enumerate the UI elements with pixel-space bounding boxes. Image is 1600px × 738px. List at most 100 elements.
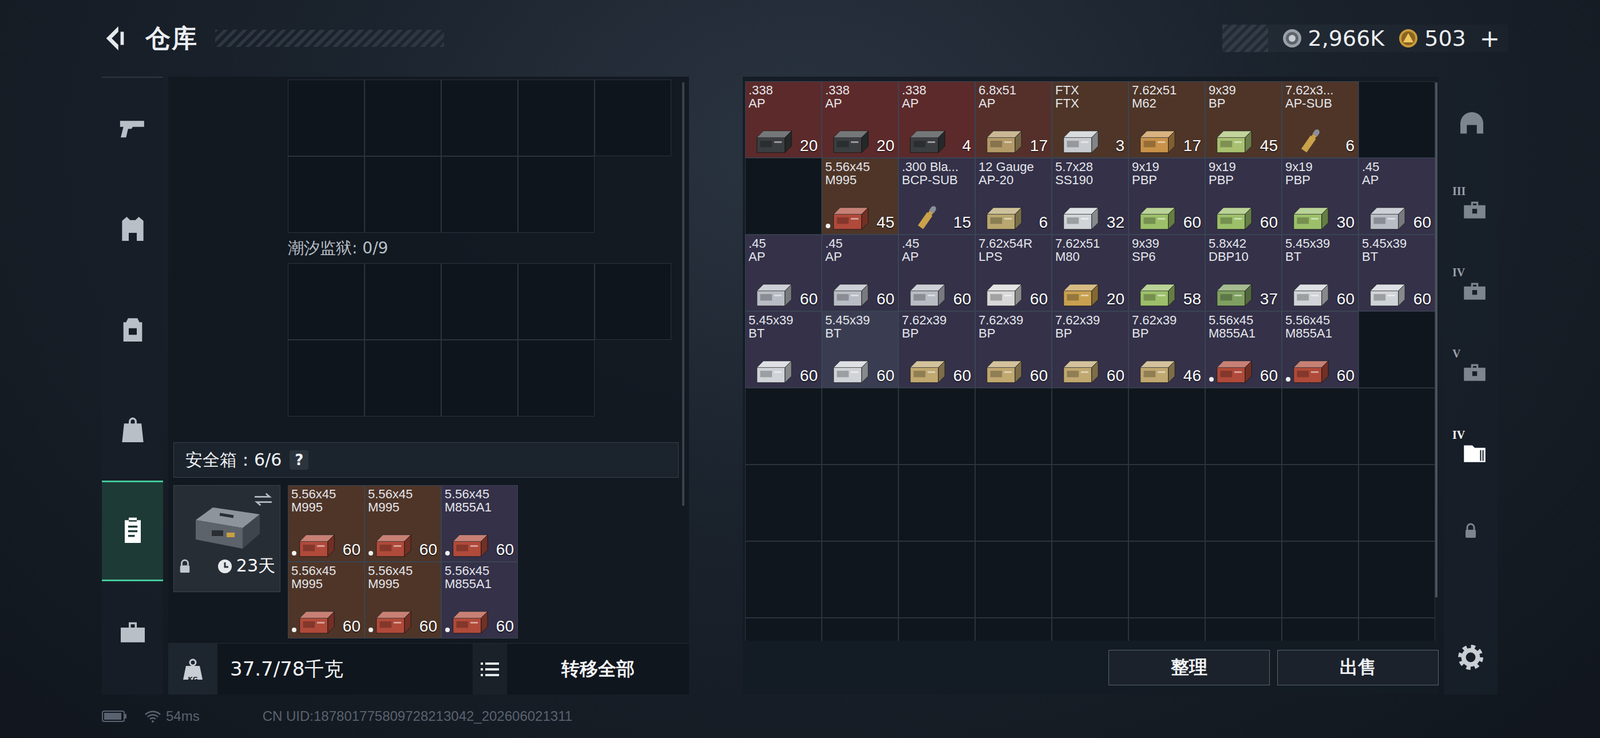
ammo-type: AP <box>825 250 895 264</box>
ammo-count: 60 <box>419 617 438 636</box>
ammo-item[interactable]: 5.56x45M855A160 <box>441 485 518 562</box>
ammo-label: .45AP <box>822 235 898 264</box>
ammo-caliber: .45 <box>1361 160 1432 174</box>
swap-icon[interactable] <box>252 491 275 508</box>
ammo-type: M80 <box>1055 250 1126 264</box>
ammo-item[interactable]: 5.56x45M99560 <box>364 561 442 639</box>
ammo-item[interactable]: 7.62x51M6217 <box>1128 81 1206 158</box>
ammo-item[interactable]: 9x39SP658 <box>1128 234 1206 312</box>
ammo-caliber: .45 <box>748 236 819 251</box>
ammo-item[interactable]: .300 Bla...BCP-SUB15 <box>898 157 976 235</box>
ammo-item[interactable]: .338AP20 <box>745 81 822 158</box>
ammo-item[interactable]: 5.56x45M99560 <box>287 561 365 639</box>
ammo-item[interactable]: 5.45x39BT 60 <box>1281 234 1359 312</box>
ammo-item[interactable]: 12 GaugeAP-206 <box>975 157 1052 235</box>
ammo-count: 15 <box>953 213 972 232</box>
nav-item[interactable] <box>101 178 164 280</box>
stash-tab[interactable]: IV <box>1443 244 1498 326</box>
ammo-caliber: 5.56x45 <box>367 564 438 578</box>
help-button[interactable]: ? <box>289 450 309 470</box>
back-button[interactable]: 仓库 <box>101 21 445 56</box>
secure-container-card[interactable]: 23天 <box>173 485 281 593</box>
ammo-label: FTXFTX <box>1052 81 1128 110</box>
ammo-count: 60 <box>496 617 514 636</box>
ammo-caliber: 7.62x3... <box>1285 83 1356 97</box>
ammo-item[interactable]: 9x19PBP30 <box>1281 157 1359 235</box>
currency-value: 2,966K <box>1308 25 1385 51</box>
ammo-label: 12 GaugeAP-20 <box>975 158 1052 187</box>
ammo-item[interactable]: .45AP60 <box>745 234 822 312</box>
mark-dot <box>291 627 297 633</box>
transfer-all-button[interactable]: 转移全部 <box>507 656 689 683</box>
ammo-item[interactable]: 7.62x39BP60 <box>1051 311 1129 388</box>
ammo-box-icon <box>1214 204 1253 232</box>
empty-slot <box>1205 541 1282 619</box>
tier-badge: IV <box>1452 266 1465 279</box>
stash-tab[interactable] <box>1443 81 1498 164</box>
ammo-item[interactable]: FTXFTX3 <box>1051 81 1129 158</box>
ammo-item[interactable]: 9x39BP45 <box>1205 81 1282 158</box>
ammo-item[interactable]: 5.45x39BT60 <box>1358 234 1436 312</box>
ammo-item[interactable]: 5.56x45M855A160 <box>441 561 518 639</box>
ammo-item[interactable]: 5.8x42DBP1037 <box>1205 234 1282 312</box>
ammo-item[interactable]: 7.62x39BP46 <box>1128 311 1206 388</box>
ammo-item[interactable]: 9x19PBP60 <box>1205 157 1282 235</box>
stash-tab[interactable] <box>1443 488 1498 574</box>
stash-scroll: .338AP20.338AP20.338AP46.8x51AP17FTXFTX3… <box>742 76 1439 641</box>
stash-tab-icon: IV <box>1452 266 1489 304</box>
ammo-item[interactable]: .338AP20 <box>821 81 899 158</box>
stash-tab[interactable]: IV <box>1443 406 1498 489</box>
ammo-caliber: .300 Bla... <box>901 160 972 174</box>
ammo-item[interactable]: 5.45x39BT60 <box>821 311 899 388</box>
scrollbar[interactable] <box>682 82 685 506</box>
ammo-item[interactable]: .45AP60 <box>1358 157 1436 235</box>
secure-case-icon <box>189 503 265 555</box>
ammo-item[interactable]: 5.56x45M855A160 <box>1281 311 1359 388</box>
ammo-footer: 60 <box>1205 357 1282 388</box>
ammo-item[interactable]: 5.56x45M99560 <box>364 485 442 562</box>
ammo-item[interactable]: 5.56x45M855A160 <box>1205 311 1282 388</box>
ammo-count: 60 <box>1413 290 1432 309</box>
action-button[interactable]: 出售 <box>1277 650 1439 686</box>
mark-dot <box>825 223 831 229</box>
scrollbar[interactable] <box>1435 82 1438 598</box>
ammo-item[interactable]: 7.62x39BP60 <box>975 311 1052 388</box>
ammo-footer: 60 <box>898 357 975 388</box>
empty-slot <box>898 541 976 619</box>
nav-item[interactable] <box>101 279 164 380</box>
ammo-item[interactable]: 7.62x54RLPS60 <box>975 234 1052 312</box>
ammo-label: 5.45x39BT <box>1282 235 1358 264</box>
ammo-item[interactable]: 7.62x3...AP-SUB6 <box>1281 81 1359 158</box>
ammo-item[interactable]: .45AP60 <box>821 234 899 312</box>
ammo-footer: 20 <box>1052 280 1128 311</box>
ammo-count: 30 <box>1336 213 1355 232</box>
tier-badge: V <box>1452 347 1461 360</box>
ammo-item[interactable]: .338AP4 <box>898 81 976 158</box>
list-button[interactable] <box>472 643 508 695</box>
stash-tab[interactable]: III <box>1443 163 1498 245</box>
nav-item[interactable] <box>101 379 164 481</box>
ammo-item[interactable]: 6.8x51AP17 <box>975 81 1052 158</box>
ammo-caliber: 5.56x45 <box>825 160 895 174</box>
nav-item[interactable] <box>101 77 164 179</box>
ammo-item[interactable]: 5.56x45M99545 <box>821 157 899 235</box>
ammo-item[interactable]: 9x19PBP60 <box>1128 157 1206 235</box>
ammo-label: 7.62x39BP <box>1129 311 1205 340</box>
ammo-type: DBP10 <box>1208 250 1279 264</box>
gear-icon <box>1455 642 1487 673</box>
settings-button[interactable] <box>1443 620 1498 695</box>
action-button[interactable]: 整理 <box>1108 650 1270 686</box>
ammo-count: 60 <box>800 290 818 309</box>
ammo-item[interactable]: 7.62x39BP60 <box>898 311 976 388</box>
stash-tab[interactable]: V <box>1443 325 1498 407</box>
remaining-time: 23天 <box>216 554 276 578</box>
ammo-item[interactable]: 5.45x39BT60 <box>745 311 822 388</box>
ammo-item[interactable]: 5.56x45M99560 <box>287 485 365 562</box>
ammo-footer: 60 <box>1282 280 1358 311</box>
nav-item[interactable] <box>101 581 164 683</box>
ammo-item[interactable]: .45AP60 <box>898 234 976 312</box>
ammo-item[interactable]: 5.7x28SS19032 <box>1051 157 1129 235</box>
nav-item[interactable] <box>101 480 164 582</box>
ammo-item[interactable]: 7.62x51M8020 <box>1051 234 1129 312</box>
add-currency-button[interactable]: + <box>1479 24 1500 53</box>
